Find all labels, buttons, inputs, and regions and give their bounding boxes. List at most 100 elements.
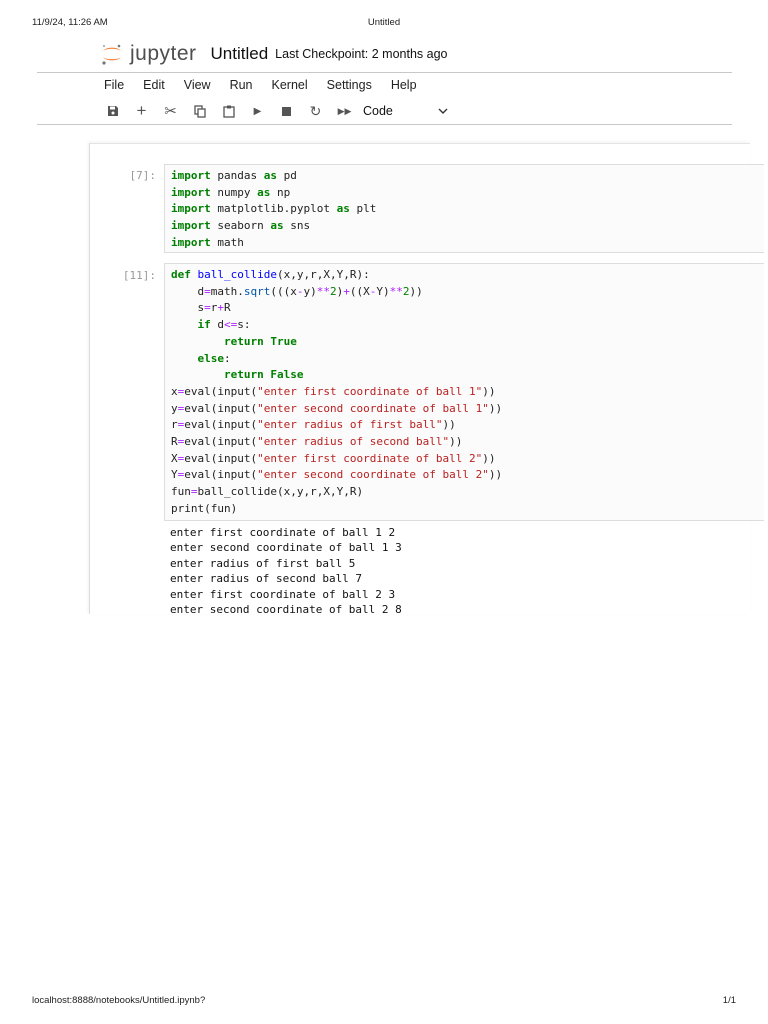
code-text: x: [171, 384, 178, 398]
code-text: ball_collide(x,y,r,X,Y,R): [197, 485, 364, 499]
code-text: y: [171, 401, 178, 415]
code-text: eval(input(: [184, 401, 258, 415]
code-text: )): [488, 401, 503, 415]
keyword: as: [336, 202, 350, 216]
builtin: sqrt: [243, 284, 271, 298]
code-text: R: [224, 301, 231, 315]
operator: =: [204, 301, 211, 315]
keyword: True: [270, 334, 297, 348]
code-editor[interactable]: import pandas as pd import numpy as np imp…: [171, 168, 764, 252]
code-line: y=eval(input("enter second coordinate of…: [171, 401, 764, 418]
menu-settings[interactable]: Settings: [327, 78, 372, 92]
save-button[interactable]: [98, 101, 127, 121]
code-line: import seaborn as sns: [171, 218, 764, 235]
cell-type-select[interactable]: Code: [363, 104, 448, 118]
code-cell-input[interactable]: def ball_collide(x,y,r,X,Y,R): d=math.sq…: [164, 263, 764, 521]
code-line: d=math.sqrt(((x-y)**2)+((X-Y)**2)): [171, 284, 764, 301]
code-editor[interactable]: def ball_collide(x,y,r,X,Y,R): d=math.sq…: [171, 267, 764, 518]
code-text: plt: [349, 202, 377, 216]
print-page-number: 1/1: [722, 995, 736, 1006]
keyword: def: [171, 268, 191, 281]
string: "enter second coordinate of ball 1": [257, 401, 489, 415]
code-line: s=r+R: [171, 300, 764, 317]
code-line: def ball_collide(x,y,r,X,Y,R):: [171, 267, 764, 284]
code-line: print(fun): [171, 501, 764, 518]
number: 2: [330, 284, 337, 298]
code-line: Y=eval(input("enter second coordinate of…: [171, 467, 764, 484]
output-line: enter radius of first ball 5: [170, 556, 356, 570]
cut-button[interactable]: ✂: [156, 101, 185, 121]
code-cell-input[interactable]: import pandas as pd import numpy as np imp…: [164, 164, 764, 253]
stop-icon: [282, 106, 291, 116]
operator: +: [343, 284, 350, 298]
restart-run-all-button[interactable]: ▶▶: [330, 101, 359, 121]
code-text: ((X: [349, 284, 370, 298]
interrupt-button[interactable]: [272, 101, 301, 121]
code-line: if d<=s:: [171, 317, 764, 334]
code-text: (((x: [270, 284, 297, 298]
operator: -: [296, 284, 304, 298]
restart-button[interactable]: ↻: [301, 101, 330, 121]
string: "enter first coordinate of ball 1": [257, 384, 483, 398]
menu-run[interactable]: Run: [230, 78, 253, 92]
code-text: )): [442, 418, 456, 432]
menu-help[interactable]: Help: [391, 78, 417, 92]
jupyter-logo[interactable]: jupyter: [100, 42, 197, 66]
output-line: enter first coordinate of ball 2 3: [170, 587, 396, 601]
menu-file[interactable]: File: [104, 78, 124, 92]
scissors-icon: ✂: [164, 103, 177, 120]
def-name: ball_collide: [197, 268, 277, 281]
checkpoint-status: Last Checkpoint: 2 months ago: [275, 47, 448, 61]
cell-prompt: [11]:: [122, 269, 156, 282]
code-text: r: [171, 418, 178, 432]
divider: [37, 124, 732, 125]
code-text: d: [171, 284, 205, 298]
copy-icon: [193, 104, 206, 118]
code-text: y): [303, 284, 317, 298]
chevron-down-icon: [438, 108, 448, 114]
code-line: import numpy as np: [171, 185, 764, 202]
insert-cell-button[interactable]: +: [127, 101, 156, 121]
menu-view[interactable]: View: [184, 78, 211, 92]
divider: [37, 72, 732, 73]
code-text: :: [224, 351, 231, 365]
code-text: print(fun): [171, 501, 238, 515]
fast-forward-icon: ▶▶: [337, 105, 352, 116]
notebook-title[interactable]: Untitled: [211, 44, 269, 64]
paste-button[interactable]: [214, 101, 243, 121]
output-line: enter radius of second ball 7: [170, 572, 363, 586]
output-line: enter first coordinate of ball 1 2: [170, 526, 396, 539]
jupyter-logo-icon: [102, 44, 121, 65]
copy-button[interactable]: [185, 101, 214, 121]
operator: **: [389, 284, 403, 298]
keyword: import: [171, 219, 211, 233]
code-text: (x,y,r,X,Y,R):: [276, 268, 370, 281]
code-text: Y: [171, 468, 178, 482]
string: "enter radius of first ball": [257, 418, 443, 432]
menu-edit[interactable]: Edit: [143, 78, 165, 92]
play-icon: ▶: [253, 105, 262, 117]
keyword: import: [171, 202, 211, 216]
code-line: import matplotlib.pyplot as plt: [171, 201, 764, 218]
operator: =: [190, 485, 198, 499]
code-text: np: [270, 185, 291, 199]
operator: <=: [224, 318, 238, 332]
menu-kernel[interactable]: Kernel: [272, 78, 308, 92]
keyword: as: [257, 185, 271, 199]
code-text: fun: [171, 485, 191, 499]
code-text: X: [171, 451, 178, 465]
keyword: import: [171, 235, 211, 249]
string: "enter radius of second ball": [257, 435, 450, 449]
code-text: math: [210, 235, 244, 249]
notebook-toolbar: + ✂ ▶ ↻ ▶▶ Code: [98, 101, 448, 121]
code-text: matplotlib.pyplot: [210, 202, 337, 216]
code-text: seaborn: [210, 219, 271, 233]
run-button[interactable]: ▶: [243, 101, 272, 121]
string: "enter first coordinate of ball 2": [257, 451, 483, 465]
logo-text: jupyter: [130, 42, 197, 65]
keyword: if: [197, 318, 211, 332]
output-line: enter second coordinate of ball 1 3: [170, 541, 402, 555]
code-line: return True: [171, 334, 764, 351]
code-text: pd: [276, 169, 297, 182]
